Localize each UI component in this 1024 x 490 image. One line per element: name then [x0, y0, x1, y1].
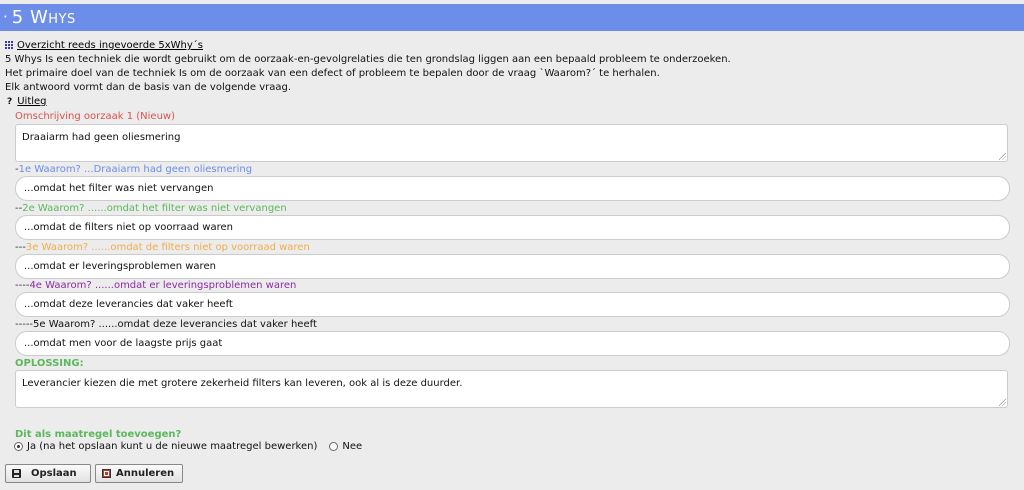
measure-question: Dit als maatregel toevoegen? [15, 429, 182, 440]
why-1-input[interactable] [15, 176, 1010, 201]
why-2-input[interactable] [15, 215, 1010, 240]
explain-row: ? Uitleg [7, 96, 47, 107]
cancel-button-label: Annuleren [116, 468, 175, 479]
title-bullet: · [3, 8, 8, 26]
solution-value: Leverancier kiezen die met grotere zeker… [22, 378, 463, 389]
why-3-input[interactable] [15, 254, 1010, 279]
save-button[interactable]: Opslaan [5, 464, 91, 483]
title-bar: · 5 Whys [0, 4, 1024, 31]
cause-value: Draaiarm had geen oliesmering [22, 132, 181, 143]
solution-label: OPLOSSING: [15, 358, 84, 369]
radio-yes-label: Ja (na het opslaan kunt u de nieuwe maat… [27, 441, 318, 452]
page-title: 5 Whys [11, 7, 76, 28]
why-5-input[interactable] [15, 331, 1010, 356]
cause-textarea[interactable]: Draaiarm had geen oliesmering [15, 124, 1008, 162]
why-4-input[interactable] [15, 292, 1010, 317]
why-2-label-row: --2e Waarom? ......omdat het filter was … [15, 203, 287, 215]
why-5-label-row: -----5e Waarom? ......omdat deze leveran… [15, 319, 317, 331]
measure-radio-group: Ja (na het opslaan kunt u de nieuwe maat… [14, 441, 374, 452]
why-4-prefix: ---- [15, 280, 30, 291]
save-button-label: Opslaan [31, 468, 77, 479]
overview-link-row: Overzicht reeds ingevoerde 5xWhy´s [5, 40, 203, 51]
intro-line-3: Elk antwoord vormt dan de basis van de v… [5, 82, 292, 93]
resize-grip-icon[interactable] [999, 153, 1006, 160]
radio-no-label: Nee [342, 441, 363, 452]
why-1-label-row: -1e Waarom? ...Draaiarm had geen oliesme… [15, 164, 252, 176]
why-3-prefix: --- [15, 242, 26, 253]
why-4-label: 4e Waarom? ......omdat er leveringsprobl… [29, 280, 297, 291]
cause-label: Omschrijving oorzaak 1 (Nieuw) [15, 111, 175, 122]
why-3-label-row: ---3e Waarom? ......omdat de filters nie… [15, 242, 310, 254]
resize-grip-icon[interactable] [999, 399, 1006, 406]
question-mark-icon: ? [7, 96, 13, 107]
intro-line-1: 5 Whys Is een techniek die wordt gebruik… [5, 54, 731, 65]
cancel-icon [102, 469, 111, 478]
floppy-disk-icon [12, 469, 21, 478]
why-5-prefix: ----- [15, 319, 34, 330]
why-4-label-row: ----4e Waarom? ......omdat er leveringsp… [15, 280, 296, 292]
overview-link[interactable]: Overzicht reeds ingevoerde 5xWhy´s [17, 40, 203, 51]
radio-yes-circle[interactable] [14, 442, 23, 451]
intro-line-2: Het primaire doel van de techniek Is om … [5, 68, 660, 79]
radio-no[interactable]: Nee [329, 441, 362, 452]
action-buttons: Opslaan Annuleren [5, 464, 187, 483]
radio-yes[interactable]: Ja (na het opslaan kunt u de nieuwe maat… [14, 441, 317, 452]
explain-link[interactable]: Uitleg [17, 96, 46, 107]
why-2-label: 2e Waarom? ......omdat het filter was ni… [22, 203, 287, 214]
why-3-label: 3e Waarom? ......omdat de filters niet o… [25, 242, 310, 253]
why-5-label: 5e Waarom? ......omdat deze leverancies … [33, 319, 317, 330]
grid-icon [5, 41, 14, 50]
solution-textarea[interactable]: Leverancier kiezen die met grotere zeker… [15, 370, 1008, 408]
why-1-label: 1e Waarom? ...Draaiarm had geen oliesmer… [18, 164, 253, 175]
cancel-button[interactable]: Annuleren [95, 464, 183, 483]
radio-no-circle[interactable] [329, 442, 339, 451]
